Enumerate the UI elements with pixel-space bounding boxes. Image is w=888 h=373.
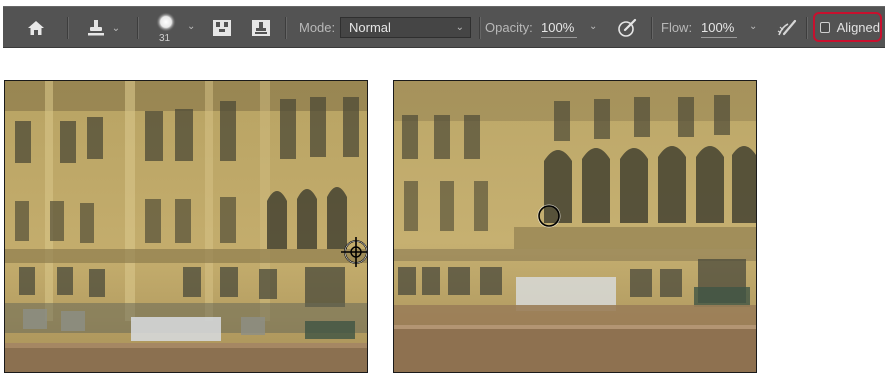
mode-value: Normal (349, 20, 391, 35)
home-icon (28, 21, 44, 35)
home-button[interactable] (25, 18, 47, 38)
aligned-label: Aligned (836, 19, 880, 35)
source-image-panel[interactable] (4, 80, 368, 373)
building-facade-image (5, 81, 367, 372)
clone-stamp-icon (87, 20, 104, 36)
separator (67, 17, 69, 39)
pen-pressure-icon (618, 18, 637, 37)
mode-label: Mode: (299, 20, 336, 35)
clone-source-crosshair-icon (341, 237, 367, 267)
brush-circle-cursor-icon (537, 204, 561, 228)
opacity-input[interactable]: 100% (541, 17, 577, 38)
chevron-down-icon: ⌄ (187, 21, 196, 32)
chevron-down-icon: ⌄ (111, 22, 121, 34)
opacity-dropdown-chevron-icon[interactable]: ⌄ (589, 21, 597, 32)
separator (285, 17, 287, 39)
building-facade-zoomed-image (394, 81, 756, 372)
separator (651, 17, 653, 39)
opacity-label: Opacity: (485, 20, 533, 35)
aligned-checkbox[interactable]: Aligned (813, 12, 882, 42)
brush-settings-panel-button[interactable] (250, 18, 272, 38)
options-bar: ⌄ 31 ⌄ Mode: Normal ⌄ Opacity: 100% ⌄ Fl… (3, 6, 885, 48)
pressure-opacity-button[interactable] (615, 17, 639, 39)
target-image-panel[interactable] (393, 80, 757, 373)
mode-dropdown[interactable]: Normal ⌄ (340, 17, 471, 38)
separator (806, 17, 808, 39)
brush-size-label: 31 (159, 33, 171, 44)
brush-preset-picker[interactable]: 31 ⌄ (153, 11, 199, 45)
checkbox-box[interactable] (820, 21, 830, 33)
soft-brush-icon (156, 12, 176, 32)
airbrush-icon (777, 19, 797, 36)
brush-settings-icon (252, 20, 270, 36)
clone-source-panel-button[interactable] (211, 18, 233, 38)
flow-input[interactable]: 100% (701, 17, 737, 38)
flow-label: Flow: (661, 20, 693, 35)
separator (137, 17, 139, 39)
flow-dropdown-chevron-icon[interactable]: ⌄ (749, 21, 757, 32)
separator (479, 17, 481, 39)
tool-preset-picker[interactable]: ⌄ (81, 18, 125, 38)
chevron-down-icon: ⌄ (455, 22, 464, 33)
airbrush-button[interactable] (775, 17, 799, 39)
clone-source-panel-icon (213, 20, 231, 36)
